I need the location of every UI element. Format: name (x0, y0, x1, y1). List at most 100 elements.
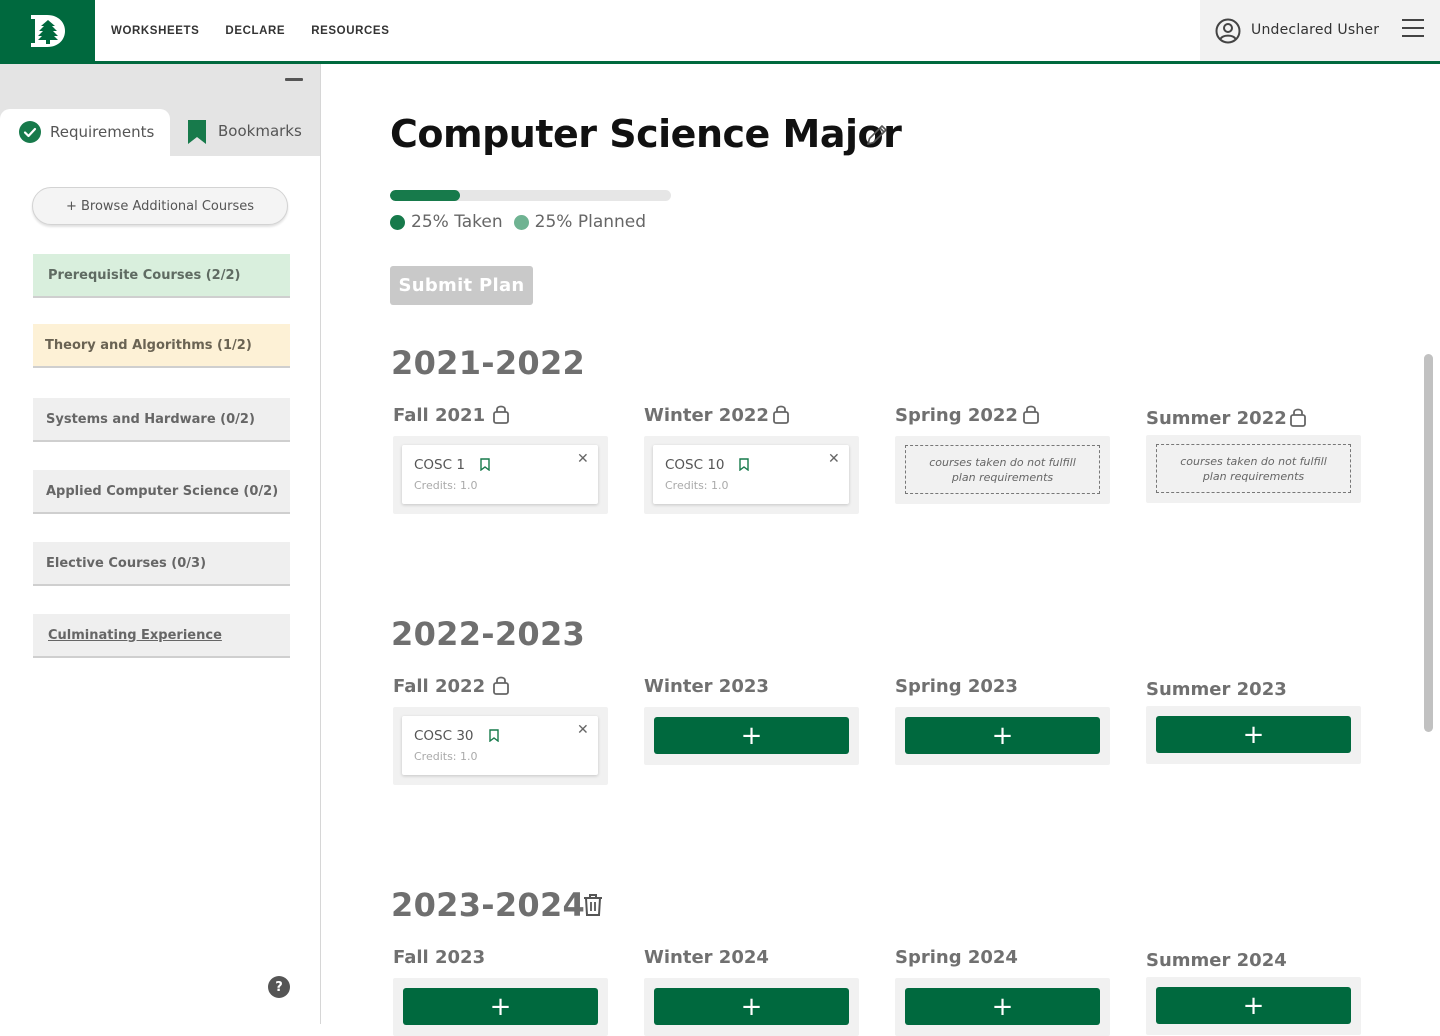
term-box: + (393, 978, 608, 1036)
plus-icon: + (991, 991, 1014, 1022)
submit-plan-button[interactable]: Submit Plan (390, 266, 533, 305)
lock-icon[interactable] (492, 675, 510, 695)
trash-icon[interactable] (582, 893, 604, 917)
planned-label: 25% Planned (534, 212, 647, 232)
add-course-button[interactable]: + (654, 988, 849, 1025)
nav-links: WORKSHEETS DECLARE RESOURCES (111, 0, 389, 61)
plus-icon: + (1242, 990, 1265, 1021)
term-box: + (1146, 977, 1361, 1035)
nav-link-resources[interactable]: RESOURCES (311, 25, 389, 37)
empty-term-note: courses taken do not fulfill plan requir… (1156, 444, 1351, 493)
user-avatar-icon (1215, 18, 1241, 44)
lock-icon[interactable] (772, 404, 790, 424)
course-card[interactable]: COSC 10 Credits: 1.0 ✕ (653, 445, 849, 504)
term-title: Winter 2022 (644, 405, 769, 426)
term-box: + (644, 978, 859, 1036)
collapse-icon[interactable] (285, 78, 303, 81)
requirement-label: Culminating Experience (48, 627, 222, 643)
term-box: + (895, 978, 1110, 1036)
remove-course-icon[interactable]: ✕ (577, 722, 589, 738)
bookmark-icon (188, 120, 206, 144)
term-box: courses taken do not fulfill plan requir… (895, 436, 1110, 504)
course-card[interactable]: COSC 30 Credits: 1.0 ✕ (402, 716, 598, 775)
nav-link-worksheets[interactable]: WORKSHEETS (111, 25, 199, 37)
term-title: Spring 2023 (895, 676, 1018, 697)
edit-pencil-icon[interactable] (864, 122, 890, 148)
term-box: courses taken do not fulfill plan requir… (1146, 435, 1361, 503)
term-title: Spring 2024 (895, 947, 1018, 968)
remove-course-icon[interactable]: ✕ (577, 451, 589, 467)
plus-icon: + (1242, 719, 1265, 750)
year-title: 2023-2024 (391, 886, 586, 924)
bookmark-outline-icon[interactable] (489, 729, 499, 742)
term-box: + (644, 707, 859, 765)
term-title: Fall 2022 (393, 676, 486, 697)
term-box: + (1146, 706, 1361, 764)
course-credits: Credits: 1.0 (665, 479, 729, 492)
pine-tree-d-icon (30, 14, 65, 47)
term-title: Summer 2023 (1146, 679, 1287, 700)
taken-dot-icon (390, 214, 405, 230)
requirement-label: Elective Courses (0/3) (46, 555, 207, 571)
scrollbar-thumb[interactable] (1424, 354, 1433, 732)
add-course-button[interactable]: + (403, 988, 598, 1025)
requirement-label: Systems and Hardware (0/2) (46, 411, 255, 427)
user-name: Undeclared Usher (1251, 22, 1380, 38)
browse-courses-button[interactable]: + Browse Additional Courses (32, 187, 288, 225)
term-title: Fall 2023 (393, 947, 486, 968)
requirement-item[interactable]: Prerequisite Courses (2/2) (33, 254, 290, 298)
add-course-button[interactable]: + (1156, 987, 1351, 1024)
add-course-button[interactable]: + (654, 717, 849, 754)
term-box: COSC 10 Credits: 1.0 ✕ (644, 436, 859, 514)
course-name: COSC 10 (665, 457, 725, 473)
term-title: Spring 2022 (895, 405, 1018, 426)
lock-icon[interactable] (492, 404, 510, 424)
year-title: 2022-2023 (391, 615, 586, 653)
term-title: Fall 2021 (393, 405, 486, 426)
requirement-item[interactable]: Applied Computer Science (0/2) (33, 470, 290, 514)
sidebar: Requirements Bookmarks + Browse Addition… (0, 64, 321, 1024)
taken-label: 25% Taken (411, 212, 503, 232)
tab-requirements[interactable]: Requirements (0, 109, 170, 156)
nav-link-declare[interactable]: DECLARE (225, 25, 285, 37)
requirement-item[interactable]: Theory and Algorithms (1/2) (33, 324, 290, 368)
plus-icon: + (991, 720, 1014, 751)
year-title: 2021-2022 (391, 344, 586, 382)
requirement-item[interactable]: Systems and Hardware (0/2) (33, 398, 290, 442)
requirement-item[interactable]: Elective Courses (0/3) (33, 542, 290, 586)
dartmouth-logo[interactable] (0, 0, 95, 61)
progress-bar (390, 190, 671, 201)
add-course-button[interactable]: + (905, 988, 1100, 1025)
term-box: COSC 30 Credits: 1.0 ✕ (393, 707, 608, 785)
tab-bookmarks[interactable]: Bookmarks (172, 109, 320, 156)
lock-icon[interactable] (1289, 407, 1307, 427)
term-box: COSC 1 Credits: 1.0 ✕ (393, 436, 608, 514)
requirement-label: Theory and Algorithms (1/2) (45, 337, 252, 353)
check-circle-icon (19, 121, 41, 143)
add-course-button[interactable]: + (1156, 716, 1351, 753)
course-name: COSC 30 (414, 728, 474, 744)
hamburger-menu-icon[interactable] (1402, 18, 1424, 38)
user-menu[interactable]: Undeclared Usher (1200, 0, 1440, 61)
add-course-button[interactable]: + (905, 717, 1100, 754)
remove-course-icon[interactable]: ✕ (828, 451, 840, 467)
requirement-item-culminating[interactable]: Culminating Experience (33, 614, 290, 658)
course-credits: Credits: 1.0 (414, 750, 478, 763)
page-title: Computer Science Major (390, 112, 902, 156)
term-title: Summer 2024 (1146, 950, 1287, 971)
term-title: Winter 2024 (644, 947, 769, 968)
help-icon[interactable]: ? (268, 976, 290, 998)
course-credits: Credits: 1.0 (414, 479, 478, 492)
bookmark-outline-icon[interactable] (739, 458, 749, 471)
course-name: COSC 1 (414, 457, 465, 473)
top-nav-bar: WORKSHEETS DECLARE RESOURCES Undeclared … (0, 0, 1440, 64)
empty-term-note: courses taken do not fulfill plan requir… (905, 445, 1100, 494)
course-card[interactable]: COSC 1 Credits: 1.0 ✕ (402, 445, 598, 504)
progress-legend: 25% Taken 25% Planned (390, 212, 646, 232)
lock-icon[interactable] (1022, 404, 1040, 424)
term-title: Winter 2023 (644, 676, 769, 697)
bookmark-outline-icon[interactable] (480, 458, 490, 471)
requirement-label: Applied Computer Science (0/2) (46, 483, 279, 499)
term-box: + (895, 707, 1110, 765)
progress-fill-taken (390, 190, 461, 201)
